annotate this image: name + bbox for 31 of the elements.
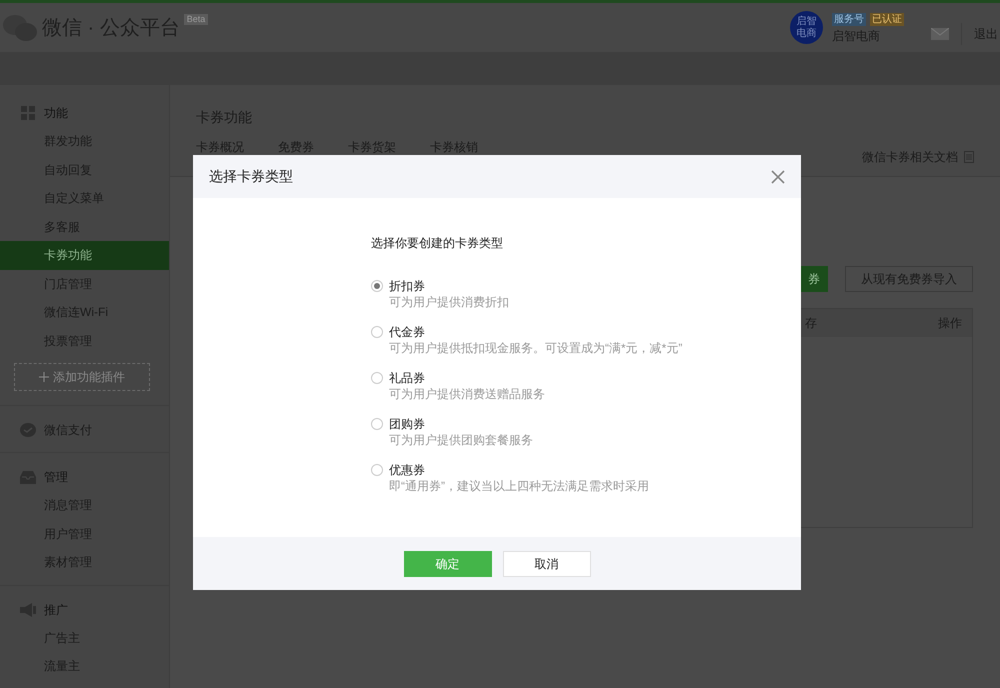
confirm-button[interactable]: 确定 — [404, 550, 492, 576]
radio-button[interactable] — [371, 418, 383, 430]
option-label: 礼品券 — [389, 370, 426, 386]
radio-button[interactable] — [371, 280, 383, 292]
option-label: 优惠券 — [389, 462, 426, 478]
radio-button[interactable] — [371, 464, 383, 476]
account-badge: 已认证 — [870, 12, 904, 26]
tray-icon — [20, 470, 36, 484]
option-description: 即“通用券”，建议当以上四种无法满足需求时采用 — [389, 478, 649, 494]
option-label: 团购券 — [389, 416, 426, 432]
option-label: 折扣券 — [389, 278, 426, 294]
option-description: 可为用户提供消费送赠品服务 — [389, 386, 545, 402]
account-avatar: 启智电商 — [790, 11, 823, 44]
close-icon[interactable] — [771, 170, 785, 184]
add-plugin-button[interactable]: 添加功能插件 — [14, 363, 150, 391]
radio-button[interactable] — [371, 372, 383, 384]
option-description: 可为用户提供消费折扣 — [389, 294, 509, 310]
document-icon[interactable] — [964, 151, 974, 163]
option-description: 可为用户提供抵扣现金服务。可设置成为“满*元，减*元” — [389, 340, 682, 356]
account-badge: 服务号 — [832, 12, 866, 26]
beta-badge: Beta — [184, 14, 208, 25]
plus-icon — [39, 372, 49, 382]
radio-button[interactable] — [371, 326, 383, 338]
sidebar-item[interactable]: 卡券功能 — [0, 241, 169, 270]
check-bubble-icon — [20, 423, 36, 437]
option-label: 代金券 — [389, 324, 426, 340]
mail-icon[interactable] — [931, 28, 949, 40]
cancel-button[interactable]: 取消 — [502, 550, 590, 576]
dialog-title: 选择卡券类型 — [209, 167, 293, 186]
dialog-prompt: 选择你要创建的卡券类型 — [371, 235, 504, 252]
option-description: 可为用户提供团购套餐服务 — [389, 432, 533, 448]
